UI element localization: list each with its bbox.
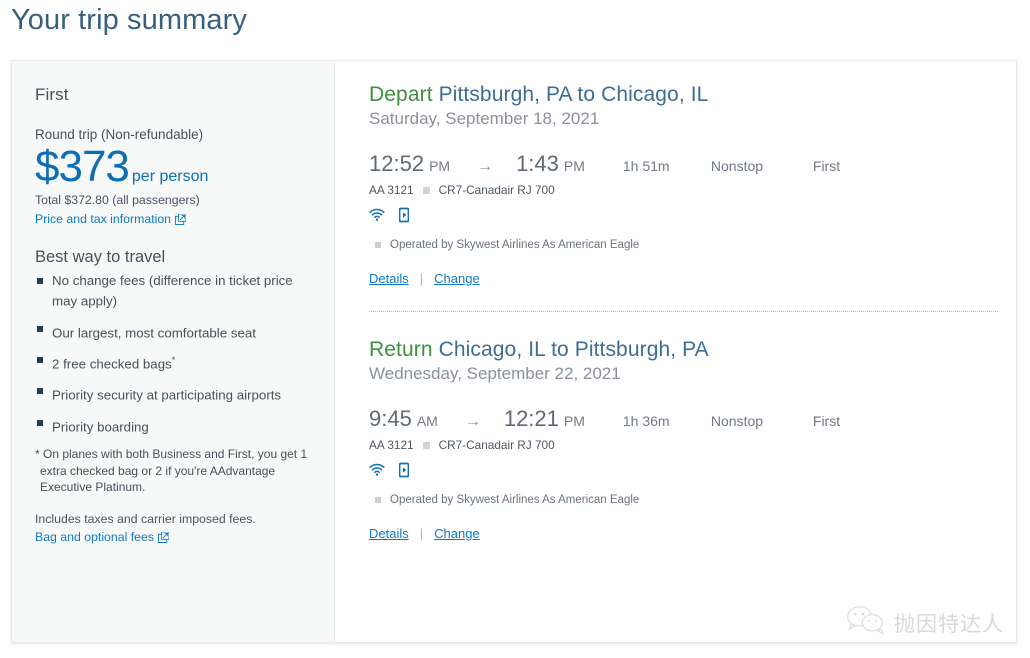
cabin-name: First xyxy=(35,85,69,104)
flight-number: AA 3121 xyxy=(369,438,414,452)
separator-square-icon xyxy=(422,441,430,449)
details-link[interactable]: Details xyxy=(369,271,409,286)
slice-divider xyxy=(369,311,998,312)
benefit-item: No change fees (difference in ticket pri… xyxy=(35,273,312,309)
slice-direction-label: Return xyxy=(369,338,433,361)
slice-cities-label: Pittsburgh, PA to Chicago, IL xyxy=(438,83,709,106)
flight-duration: 1h 36m xyxy=(622,413,670,429)
flight-stops: Nonstop xyxy=(710,158,764,174)
depart-time: 9:45 xyxy=(369,406,412,431)
external-link-icon xyxy=(175,213,187,228)
benefit-text: Our largest, most comfortable seat xyxy=(52,325,256,341)
itinerary-slice-depart: Depart Pittsburgh, PA to Chicago, IL Sat… xyxy=(369,83,998,312)
total-price-label: Total $372.80 (all passengers) xyxy=(35,193,200,208)
flight-duration: 1h 51m xyxy=(622,158,670,174)
trip-summary-card: First Round trip (Non-refundable) $373 pe… xyxy=(11,60,1017,643)
benefits-list: No change fees (difference in ticket pri… xyxy=(35,273,312,435)
flight-times-row: 12:52 PM → 1:43 PM 1h 51m Nonstop First xyxy=(369,151,998,177)
slice-heading: Depart Pittsburgh, PA to Chicago, IL xyxy=(369,83,998,107)
change-link[interactable]: Change xyxy=(434,526,480,541)
price-row: $373 per person xyxy=(35,142,312,191)
benefits-footnote: * On planes with both Business and First… xyxy=(35,447,308,495)
benefit-item: Priority security at participating airpo… xyxy=(35,383,312,403)
fare-summary-panel: First Round trip (Non-refundable) $373 pe… xyxy=(12,61,335,642)
benefit-item: 2 free checked bags* xyxy=(35,352,312,372)
benefit-text: Priority boarding xyxy=(52,419,149,435)
action-separator: | xyxy=(419,526,424,541)
slice-direction-label: Depart xyxy=(369,83,433,106)
benefits-heading: Best way to travel xyxy=(35,248,166,267)
aircraft-type: CR7-Canadair RJ 700 xyxy=(438,183,555,197)
price-and-tax-information-link[interactable]: Price and tax information xyxy=(35,212,187,228)
operated-by-row: Operated by Skywest Airlines As American… xyxy=(369,239,998,251)
arrive-meridiem: PM xyxy=(563,413,585,429)
benefit-text: 2 free checked bags xyxy=(52,356,172,372)
slice-date: Wednesday, September 22, 2021 xyxy=(369,364,621,383)
trip-type-label: Round trip (Non-refundable) xyxy=(35,127,204,142)
streaming-device-icon xyxy=(398,462,410,483)
slice-actions: Details | Change xyxy=(369,271,998,286)
slice-date: Saturday, September 18, 2021 xyxy=(369,109,600,128)
benefit-text: Priority security at participating airpo… xyxy=(52,387,282,403)
benefit-footnote-mark: * xyxy=(171,355,176,366)
depart-meridiem: PM xyxy=(429,158,451,174)
page-title: Your trip summary xyxy=(11,4,247,36)
itinerary-panel: Depart Pittsburgh, PA to Chicago, IL Sat… xyxy=(335,61,1016,642)
depart-meridiem: AM xyxy=(416,413,438,429)
bag-and-optional-fees-link[interactable]: Bag and optional fees xyxy=(35,529,170,546)
wifi-icon xyxy=(369,208,385,226)
price-and-tax-information-label: Price and tax information xyxy=(35,212,172,227)
arrow-right-icon: → xyxy=(464,413,481,430)
flight-equipment-row: AA 3121 CR7-Canadair RJ 700 xyxy=(369,438,998,452)
flight-stops: Nonstop xyxy=(710,413,764,429)
itinerary-slice-return: Return Chicago, IL to Pittsburgh, PA Wed… xyxy=(369,338,998,541)
slice-heading: Return Chicago, IL to Pittsburgh, PA xyxy=(369,338,998,362)
operated-by-text: Operated by Skywest Airlines As American… xyxy=(390,494,640,506)
bag-and-optional-fees-label: Bag and optional fees xyxy=(35,529,154,544)
flight-times-row: 9:45 AM → 12:21 PM 1h 36m Nonstop First xyxy=(369,406,998,432)
flight-number: AA 3121 xyxy=(369,183,414,197)
flight-cabin: First xyxy=(812,413,841,429)
flight-cabin: First xyxy=(812,158,841,174)
action-separator: | xyxy=(419,271,424,286)
separator-square-icon xyxy=(422,186,430,194)
slice-cities-label: Chicago, IL to Pittsburgh, PA xyxy=(438,338,709,361)
bullet-square-icon xyxy=(375,497,381,503)
change-link[interactable]: Change xyxy=(434,271,480,286)
benefit-item: Priority boarding xyxy=(35,415,312,435)
benefit-text: No change fees (difference in ticket pri… xyxy=(52,273,293,309)
aircraft-type: CR7-Canadair RJ 700 xyxy=(438,438,555,452)
benefit-item: Our largest, most comfortable seat xyxy=(35,321,312,341)
price-unit: per person xyxy=(131,168,209,185)
price-amount: $373 xyxy=(35,142,130,191)
slice-actions: Details | Change xyxy=(369,526,998,541)
amenities-row xyxy=(369,207,998,228)
operated-by-text: Operated by Skywest Airlines As American… xyxy=(390,239,640,251)
depart-time: 12:52 xyxy=(369,151,425,176)
arrive-time: 12:21 xyxy=(503,406,559,431)
details-link[interactable]: Details xyxy=(369,526,409,541)
arrow-right-icon: → xyxy=(477,158,494,175)
operated-by-row: Operated by Skywest Airlines As American… xyxy=(369,494,998,506)
wifi-icon xyxy=(369,463,385,481)
arrive-meridiem: PM xyxy=(563,158,585,174)
flight-equipment-row: AA 3121 CR7-Canadair RJ 700 xyxy=(369,183,998,197)
external-link-icon xyxy=(157,531,170,546)
streaming-device-icon xyxy=(398,207,410,228)
fees-note: Includes taxes and carrier imposed fees. xyxy=(35,511,256,526)
arrive-time: 1:43 xyxy=(516,151,559,176)
bullet-square-icon xyxy=(375,242,381,248)
amenities-row xyxy=(369,462,998,483)
